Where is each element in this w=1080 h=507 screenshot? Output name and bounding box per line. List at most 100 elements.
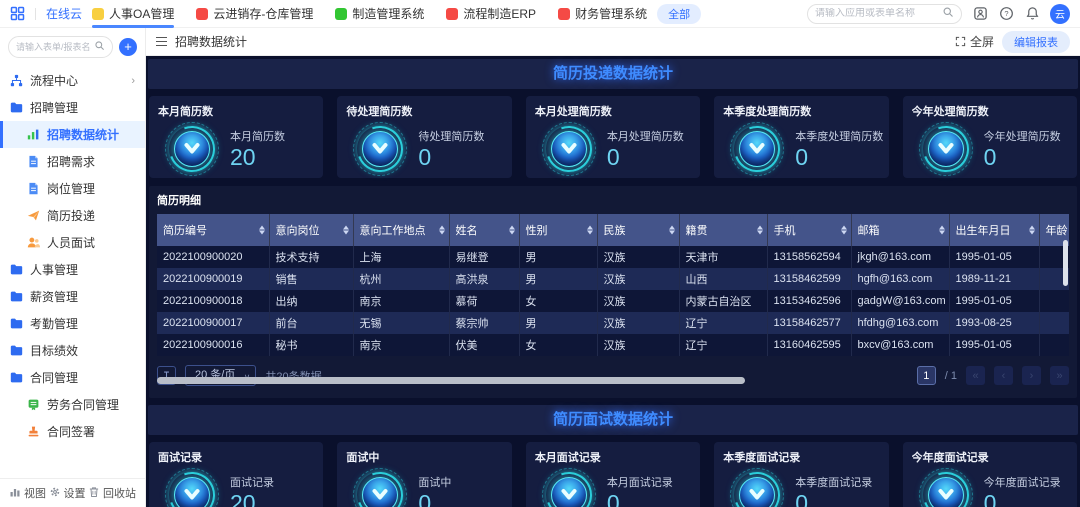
column-header-8[interactable]: 邮箱 <box>851 214 950 246</box>
sidebar-item-label: 流程中心 <box>30 74 79 88</box>
column-header-3[interactable]: 姓名 <box>449 214 520 246</box>
app-tab-1[interactable]: 云进销存-仓库管理 <box>196 0 313 28</box>
sidebar-footer-item-2[interactable]: 回收站 <box>88 485 136 501</box>
sidebar-item-4[interactable]: 岗位管理 <box>0 175 145 202</box>
column-header-7[interactable]: 手机 <box>767 214 852 246</box>
cell: gadgW@163.com <box>851 290 950 312</box>
sidebar-item-12[interactable]: 劳务合同管理 <box>0 391 145 418</box>
user-avatar[interactable]: 云 <box>1050 3 1070 24</box>
fullscreen-button[interactable]: 全屏 <box>955 33 994 50</box>
stat-label: 本季度面试记录 <box>795 476 873 489</box>
sidebar-search-input[interactable] <box>16 42 91 52</box>
resume-stat-card-3: 本季度处理简历数 本季度处理简历数 0 <box>714 96 889 180</box>
sidebar-item-9[interactable]: 考勤管理 <box>0 310 145 337</box>
table-row-2[interactable]: 2022100900018 出纳 南京 慕荷女汉族 内蒙古自治区 13153462596 g… <box>157 290 1069 312</box>
cell: 汉族 <box>597 246 680 268</box>
sidebar-item-7[interactable]: 人事管理 <box>0 256 145 283</box>
send-icon <box>27 209 40 222</box>
sidebar-item-label: 目标绩效 <box>30 344 79 358</box>
column-header-6[interactable]: 籍贯 <box>679 214 768 246</box>
add-button[interactable]: + <box>119 38 137 56</box>
sort-icon[interactable] <box>342 225 349 235</box>
sort-icon[interactable] <box>668 225 675 235</box>
sort-icon[interactable] <box>508 225 515 235</box>
menu-icon[interactable] <box>156 36 167 47</box>
sort-icon[interactable] <box>586 225 593 235</box>
cell: 汉族 <box>597 312 680 334</box>
stat-label: 本月处理简历数 <box>606 130 684 143</box>
first-page-button[interactable]: « <box>966 366 985 385</box>
prev-page-button[interactable]: ‹ <box>994 366 1013 385</box>
cell: 2022100900016 <box>157 334 270 356</box>
sidebar-item-1[interactable]: 招聘管理 <box>0 94 145 121</box>
sidebar-item-2[interactable]: 招聘数据统计 <box>0 121 145 148</box>
vertical-scrollbar-thumb[interactable] <box>1063 240 1068 286</box>
column-header-1[interactable]: 意向岗位 <box>269 214 354 246</box>
global-search-input[interactable] <box>815 8 938 19</box>
page-of: / 1 <box>944 369 957 382</box>
column-header-4[interactable]: 性别 <box>519 214 598 246</box>
sidebar-footer-item-1[interactable]: 设置 <box>49 485 86 501</box>
sidebar-menu: 流程中心 › 招聘管理 招聘数据统计 招聘需求岗位管理简历投递 人员面试 人事管理 薪资管理考… <box>0 65 145 478</box>
stat-value: 0 <box>795 143 809 170</box>
bell-icon[interactable] <box>1024 6 1040 22</box>
column-header-9[interactable]: 出生年月日 <box>949 214 1040 246</box>
next-page-button[interactable]: › <box>1022 366 1041 385</box>
all-apps-chip[interactable]: 全部 <box>657 3 702 24</box>
chart-icon <box>27 128 40 141</box>
cell: 2022100900018 <box>157 290 270 312</box>
home-link[interactable]: 在线云 <box>46 5 82 22</box>
gauge-icon <box>349 118 411 180</box>
apps-grid-icon[interactable] <box>10 6 25 21</box>
sidebar-item-label: 岗位管理 <box>47 182 96 196</box>
table-row-4[interactable]: 2022100900016 秘书 南京 伏美女汉族 辽宁 13160462595 bxcv@… <box>157 334 1069 356</box>
sort-icon[interactable] <box>1028 225 1035 235</box>
stat-card-title: 本季度处理简历数 <box>723 106 812 118</box>
gauge-icon <box>915 464 977 507</box>
sidebar-item-6[interactable]: 人员面试 <box>0 229 145 256</box>
cell: 27 <box>1039 334 1069 356</box>
stat-value: 0 <box>418 143 432 170</box>
cell: 2022100900017 <box>157 312 270 334</box>
current-page[interactable]: 1 <box>916 366 936 385</box>
sidebar-item-11[interactable]: 合同管理 <box>0 364 145 391</box>
global-search[interactable] <box>807 3 962 24</box>
workbench-icon[interactable] <box>972 6 988 22</box>
sidebar-footer-item-0[interactable]: 视图 <box>9 485 46 501</box>
cell: 出纳 <box>269 290 354 312</box>
sidebar-item-5[interactable]: 简历投递 <box>0 202 145 229</box>
cell: 1995-01-05 <box>949 246 1040 268</box>
sidebar-item-0[interactable]: 流程中心 › <box>0 67 145 94</box>
cell: 女 <box>519 290 598 312</box>
gauge-icon <box>349 464 411 507</box>
cell: 无锡 <box>353 312 450 334</box>
edit-report-button[interactable]: 编辑报表 <box>1002 30 1070 53</box>
sidebar-item-13[interactable]: 合同签署 <box>0 418 145 445</box>
sort-icon[interactable] <box>840 225 847 235</box>
sort-icon[interactable] <box>756 225 763 235</box>
app-tab-4[interactable]: 财务管理系统 <box>558 0 647 28</box>
sidebar-item-8[interactable]: 薪资管理 <box>0 283 145 310</box>
table-row-1[interactable]: 2022100900019 销售 杭州 高洪泉男汉族 山西 13158462599 hgfh… <box>157 268 1069 290</box>
sidebar-search[interactable] <box>8 36 113 58</box>
cell: 伏美 <box>449 334 520 356</box>
help-icon[interactable]: ? <box>998 6 1014 22</box>
cell: 男 <box>519 268 598 290</box>
stat-label: 本季度处理简历数 <box>795 130 884 143</box>
app-tab-0[interactable]: 人事OA管理 <box>92 0 175 28</box>
column-header-5[interactable]: 民族 <box>597 214 680 246</box>
app-tab-2[interactable]: 制造管理系统 <box>335 0 424 28</box>
sort-icon[interactable] <box>258 225 265 235</box>
table-row-0[interactable]: 2022100900020 技术支持 上海 易继登男汉族 天津市 13158562594 j… <box>157 246 1069 268</box>
column-header-0[interactable]: 简历编号 <box>157 214 270 246</box>
horizontal-scrollbar-thumb[interactable] <box>157 377 745 384</box>
sort-icon[interactable] <box>938 225 945 235</box>
app-tab-3[interactable]: 流程制造ERP <box>446 0 536 28</box>
sidebar-item-10[interactable]: 目标绩效 <box>0 337 145 364</box>
table-row-3[interactable]: 2022100900017 前台 无锡 蔡宗帅男汉族 辽宁 13158462577 hfdh… <box>157 312 1069 334</box>
cell: 山西 <box>679 268 768 290</box>
last-page-button[interactable]: » <box>1050 366 1069 385</box>
sort-icon[interactable] <box>438 225 445 235</box>
sidebar-item-3[interactable]: 招聘需求 <box>0 148 145 175</box>
column-header-2[interactable]: 意向工作地点 <box>353 214 450 246</box>
